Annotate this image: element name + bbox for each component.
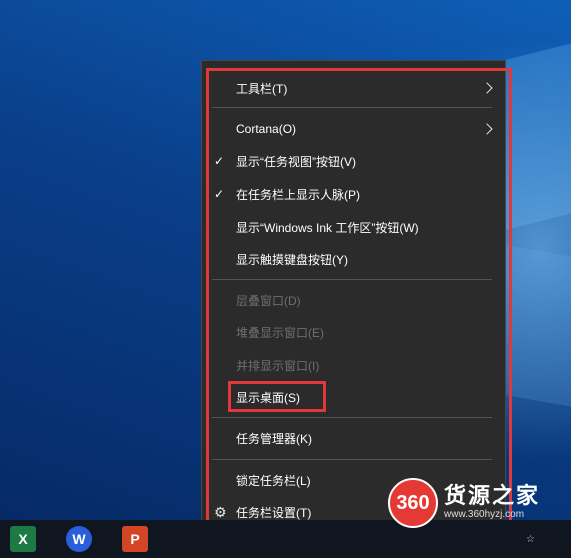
- menu-separator: [212, 107, 492, 108]
- wallpaper-light-beam: [505, 25, 571, 230]
- excel-glyph: X: [18, 531, 28, 547]
- menu-item-label: 任务栏设置(T): [236, 505, 312, 520]
- menu-item-label: 层叠窗口(D): [236, 293, 301, 308]
- menu-item-side-by-side: 并排显示窗口(I): [202, 350, 505, 380]
- menu-item-toolbars[interactable]: 工具栏(T): [202, 73, 505, 103]
- system-tray[interactable]: ☆: [526, 534, 535, 545]
- watermark: 360 货源之家 www.360hyzj.com: [388, 478, 571, 528]
- menu-item-label: 显示“任务视图”按钮(V): [236, 154, 356, 169]
- menu-item-label: 锁定任务栏(L): [236, 473, 311, 488]
- taskbar-context-menu: 工具栏(T) Cortana(O) ✓ 显示“任务视图”按钮(V) ✓ 在任务栏…: [201, 60, 506, 536]
- menu-item-label: 显示“Windows Ink 工作区”按钮(W): [236, 220, 419, 235]
- menu-item-label: Cortana(O): [236, 122, 297, 136]
- menu-item-label: 工具栏(T): [236, 81, 288, 96]
- chevron-right-icon: [481, 82, 493, 94]
- menu-item-show-touch-keyboard[interactable]: 显示触摸键盘按钮(Y): [202, 244, 505, 274]
- wps-glyph: W: [72, 531, 86, 547]
- gear-icon: ⚙: [214, 503, 227, 520]
- menu-separator: [212, 417, 492, 418]
- menu-item-stacked: 堆叠显示窗口(E): [202, 317, 505, 347]
- menu-separator: [212, 459, 492, 460]
- menu-item-label: 堆叠显示窗口(E): [236, 325, 324, 340]
- wallpaper-light-beam: [505, 245, 571, 420]
- menu-item-cortana[interactable]: Cortana(O): [202, 114, 505, 144]
- watermark-url: www.360hyzj.com: [444, 509, 525, 520]
- menu-item-show-task-view[interactable]: ✓ 显示“任务视图”按钮(V): [202, 146, 505, 176]
- menu-separator: [212, 279, 492, 280]
- menu-item-cascade: 层叠窗口(D): [202, 285, 505, 315]
- logo-360: 360: [388, 478, 438, 528]
- menu-item-show-people[interactable]: ✓ 在任务栏上显示人脉(P): [202, 179, 505, 209]
- watermark-title: 货源之家: [444, 483, 541, 508]
- menu-item-label: 显示桌面(S): [236, 390, 300, 405]
- check-icon: ✓: [214, 187, 225, 201]
- watermark-text: 货源之家 www.360hyzj.com: [444, 484, 540, 522]
- excel-icon[interactable]: X: [10, 526, 36, 552]
- chevron-right-icon: [481, 123, 493, 135]
- powerpoint-icon[interactable]: P: [122, 526, 148, 552]
- wps-icon[interactable]: W: [66, 526, 92, 552]
- menu-item-label: 在任务栏上显示人脉(P): [236, 187, 360, 202]
- menu-item-label: 任务管理器(K): [236, 431, 312, 446]
- check-icon: ✓: [214, 154, 225, 168]
- menu-item-show-desktop[interactable]: 显示桌面(S): [202, 382, 505, 412]
- menu-item-task-manager[interactable]: 任务管理器(K): [202, 423, 505, 453]
- ppt-glyph: P: [130, 531, 140, 547]
- menu-item-label: 显示触摸键盘按钮(Y): [236, 252, 348, 267]
- menu-item-label: 并排显示窗口(I): [236, 358, 320, 373]
- menu-item-show-ink[interactable]: 显示“Windows Ink 工作区”按钮(W): [202, 212, 505, 242]
